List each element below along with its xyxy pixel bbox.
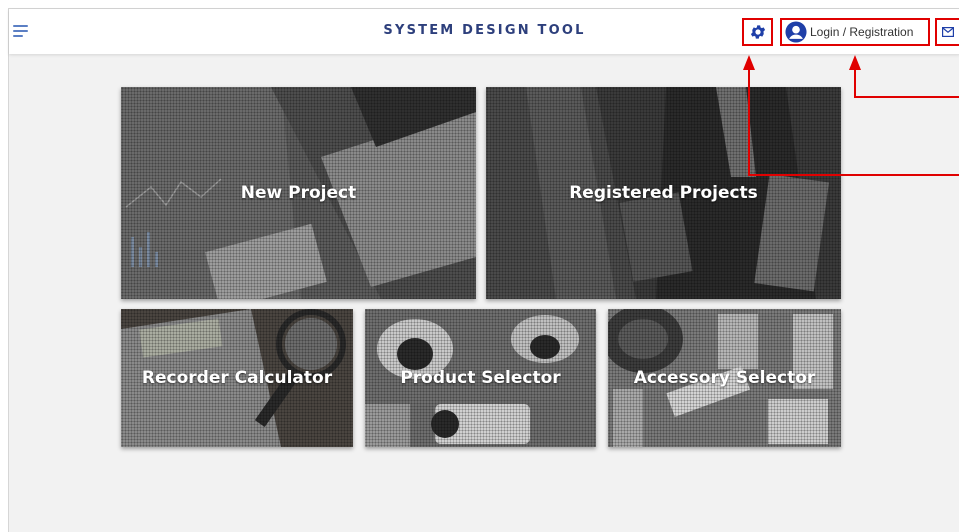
registered-projects-label: Registered Projects [569, 183, 758, 203]
recorder-calculator-tile[interactable]: Recorder Calculator [121, 309, 353, 447]
mail-icon [942, 27, 954, 37]
contact-button[interactable] [935, 18, 959, 46]
settings-button[interactable] [742, 18, 773, 46]
recorder-calculator-label: Recorder Calculator [141, 368, 333, 388]
accessory-selector-tile[interactable]: Accessory Selector [608, 309, 841, 447]
app-frame: SYSTEM DESIGN TOOL Login / Registration [8, 8, 959, 532]
accessory-selector-label: Accessory Selector [633, 368, 816, 388]
new-project-label: New Project [240, 183, 357, 203]
registered-projects-tile[interactable]: Registered Projects [486, 87, 841, 299]
user-icon [785, 21, 807, 43]
new-project-tile[interactable]: New Project [121, 87, 476, 299]
login-registration-button[interactable]: Login / Registration [780, 18, 930, 46]
product-selector-tile[interactable]: Product Selector [365, 309, 596, 447]
header-bar: SYSTEM DESIGN TOOL Login / Registration [9, 9, 959, 54]
product-selector-label: Product Selector [400, 368, 561, 388]
login-label: Login / Registration [810, 25, 914, 39]
gear-icon [750, 25, 765, 39]
